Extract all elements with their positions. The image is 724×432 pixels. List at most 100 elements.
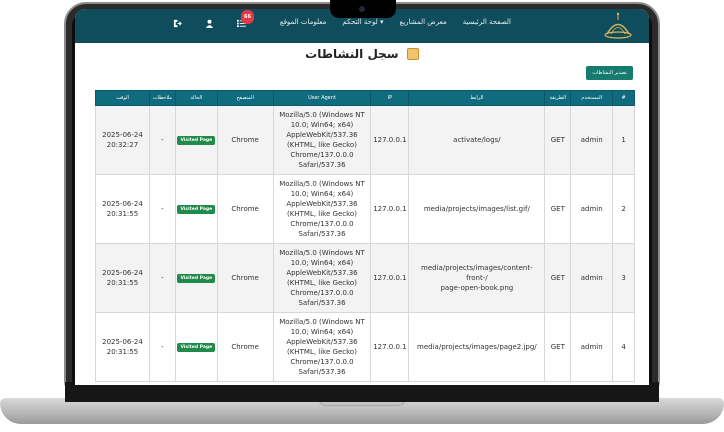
cell-num: 3 <box>612 243 635 313</box>
export-activities-button[interactable]: تصدير النشاطات <box>586 66 633 80</box>
laptop-frame: الصفحة الرئيسية معرض المشاريع لوحة التحك… <box>0 0 724 432</box>
col-header-status: الحالة <box>174 90 218 106</box>
logo-dome-icon[interactable] <box>601 11 635 41</box>
cell-method: GET <box>544 105 572 175</box>
cell-method: GET <box>544 174 572 244</box>
table-row: 2 admin GET media/projects/images/list.g… <box>95 174 635 244</box>
ua-line: Safari/537.36 <box>298 299 346 307</box>
time-clock: 20:31:55 <box>106 279 139 287</box>
notification-badge: 66 <box>241 10 254 24</box>
status-badge: Visited Page <box>177 205 216 214</box>
time-date: 2025-06-24 <box>102 131 143 139</box>
cell-status: Visited Page <box>174 174 218 244</box>
time-date: 2025-06-24 <box>102 200 143 208</box>
col-header-method: الطريقة <box>544 90 572 106</box>
cell-path: media/projects/images/content-front-/ pa… <box>408 243 546 313</box>
cell-status: Visited Page <box>174 243 218 313</box>
cell-notes: - <box>148 174 176 244</box>
nav-dashboard-dropdown[interactable]: لوحة التحكم ▾ <box>342 18 383 26</box>
col-header-path: الرابط <box>408 90 546 106</box>
time-date: 2025-06-24 <box>102 338 143 346</box>
col-header-notes: ملاحظات <box>148 90 176 106</box>
cell-user-agent: Mozilla/5.0 (Windows NT 10.0; Win64; x64… <box>272 312 372 382</box>
table-row: 3 admin GET media/projects/images/conten… <box>95 243 635 313</box>
cell-status: Visited Page <box>174 105 218 175</box>
path-line: media/projects/images/content-front-/ <box>421 264 533 282</box>
logout-icon[interactable] <box>171 19 183 31</box>
table-row: 1 admin GET activate/logs/ 127.0.0.1 Moz… <box>95 105 635 175</box>
scroll-icon <box>406 48 419 60</box>
time-clock: 20:31:55 <box>106 348 139 356</box>
cell-notes: - <box>148 105 176 175</box>
cell-time: 2025-06-24 20:31:55 <box>95 312 150 382</box>
cell-status: Visited Page <box>174 312 218 382</box>
ua-line: Chrome/137.0.0.0 <box>290 151 354 159</box>
list-icon[interactable]: 66 <box>235 10 254 31</box>
cell-user-agent: Mozilla/5.0 (Windows NT 10.0; Win64; x64… <box>272 243 372 313</box>
cell-time: 2025-06-24 20:31:55 <box>95 243 150 313</box>
nav-home[interactable]: الصفحة الرئيسية <box>463 18 511 26</box>
cell-user: admin <box>570 243 614 313</box>
nav-icons: 66 <box>171 10 254 31</box>
ua-line: AppleWebKit/537.36 <box>286 269 358 277</box>
camera-icon <box>359 6 365 12</box>
time-date: 2025-06-24 <box>102 269 143 277</box>
cell-time: 2025-06-24 20:31:55 <box>95 174 150 244</box>
ua-line: (KHTML, like Gecko) <box>287 210 357 218</box>
cell-user: admin <box>570 105 614 175</box>
col-header-user-agent: User Agent <box>272 90 372 106</box>
ua-line: Safari/537.36 <box>298 161 346 169</box>
ua-line: AppleWebKit/537.36 <box>286 131 358 139</box>
time-clock: 20:31:55 <box>106 210 139 218</box>
nav-site-info[interactable]: معلومات الموقع <box>280 18 327 26</box>
ua-line: Mozilla/5.0 (Windows NT <box>279 318 365 326</box>
cell-ip: 127.0.0.1 <box>370 312 410 382</box>
cell-user-agent: Mozilla/5.0 (Windows NT 10.0; Win64; x64… <box>272 174 372 244</box>
col-header-user: المستخدم <box>570 90 614 106</box>
cell-num: 4 <box>612 312 635 382</box>
nav-projects[interactable]: معرض المشاريع <box>399 18 446 26</box>
cell-user-agent: Mozilla/5.0 (Windows NT 10.0; Win64; x64… <box>272 105 372 175</box>
ua-line: 10.0; Win64; x64) <box>290 259 354 267</box>
cell-path: media/projects/images/page2.jpg/ <box>408 312 546 382</box>
cell-browser: Chrome <box>216 105 274 175</box>
cell-browser: Chrome <box>216 243 274 313</box>
cell-method: GET <box>544 243 572 313</box>
cell-time: 2025-06-24 20:32:27 <box>95 105 150 175</box>
status-badge: Visited Page <box>177 343 216 352</box>
camera-notch <box>330 0 396 18</box>
ua-line: AppleWebKit/537.36 <box>286 200 358 208</box>
screen: الصفحة الرئيسية معرض المشاريع لوحة التحك… <box>75 9 649 385</box>
ua-line: Chrome/137.0.0.0 <box>290 220 354 228</box>
cell-user: admin <box>570 174 614 244</box>
cell-browser: Chrome <box>216 174 274 244</box>
cell-num: 2 <box>612 174 635 244</box>
export-button-label: تصدير النشاطات <box>592 70 627 76</box>
cell-path: media/projects/images/list.gif/ <box>408 174 546 244</box>
col-header-browser: المتصفح <box>216 90 274 106</box>
cell-path: activate/logs/ <box>408 105 546 175</box>
ua-line: (KHTML, like Gecko) <box>287 141 357 149</box>
ua-line: Mozilla/5.0 (Windows NT <box>279 180 365 188</box>
page-title-text: سجل النشاطات <box>305 47 399 61</box>
user-icon[interactable] <box>203 19 215 31</box>
cell-ip: 127.0.0.1 <box>370 174 410 244</box>
col-header-time: الوقت <box>95 90 150 106</box>
activity-table: # المستخدم الطريقة الرابط IP User Agent … <box>95 90 635 382</box>
cell-num: 1 <box>612 105 635 175</box>
ua-line: 10.0; Win64; x64) <box>290 328 354 336</box>
path-line: page-open-book.png <box>440 284 514 292</box>
ua-line: Safari/537.36 <box>298 368 346 376</box>
time-clock: 20:32:27 <box>106 141 139 149</box>
col-header-ip: IP <box>370 90 410 106</box>
cell-ip: 127.0.0.1 <box>370 243 410 313</box>
cell-ip: 127.0.0.1 <box>370 105 410 175</box>
ua-line: Chrome/137.0.0.0 <box>290 289 354 297</box>
ua-line: Mozilla/5.0 (Windows NT <box>279 249 365 257</box>
ua-line: Chrome/137.0.0.0 <box>290 358 354 366</box>
ua-line: Safari/537.36 <box>298 230 346 238</box>
ua-line: 10.0; Win64; x64) <box>290 190 354 198</box>
ua-line: Mozilla/5.0 (Windows NT <box>279 111 365 119</box>
cell-user: admin <box>570 312 614 382</box>
ua-line: (KHTML, like Gecko) <box>287 348 357 356</box>
